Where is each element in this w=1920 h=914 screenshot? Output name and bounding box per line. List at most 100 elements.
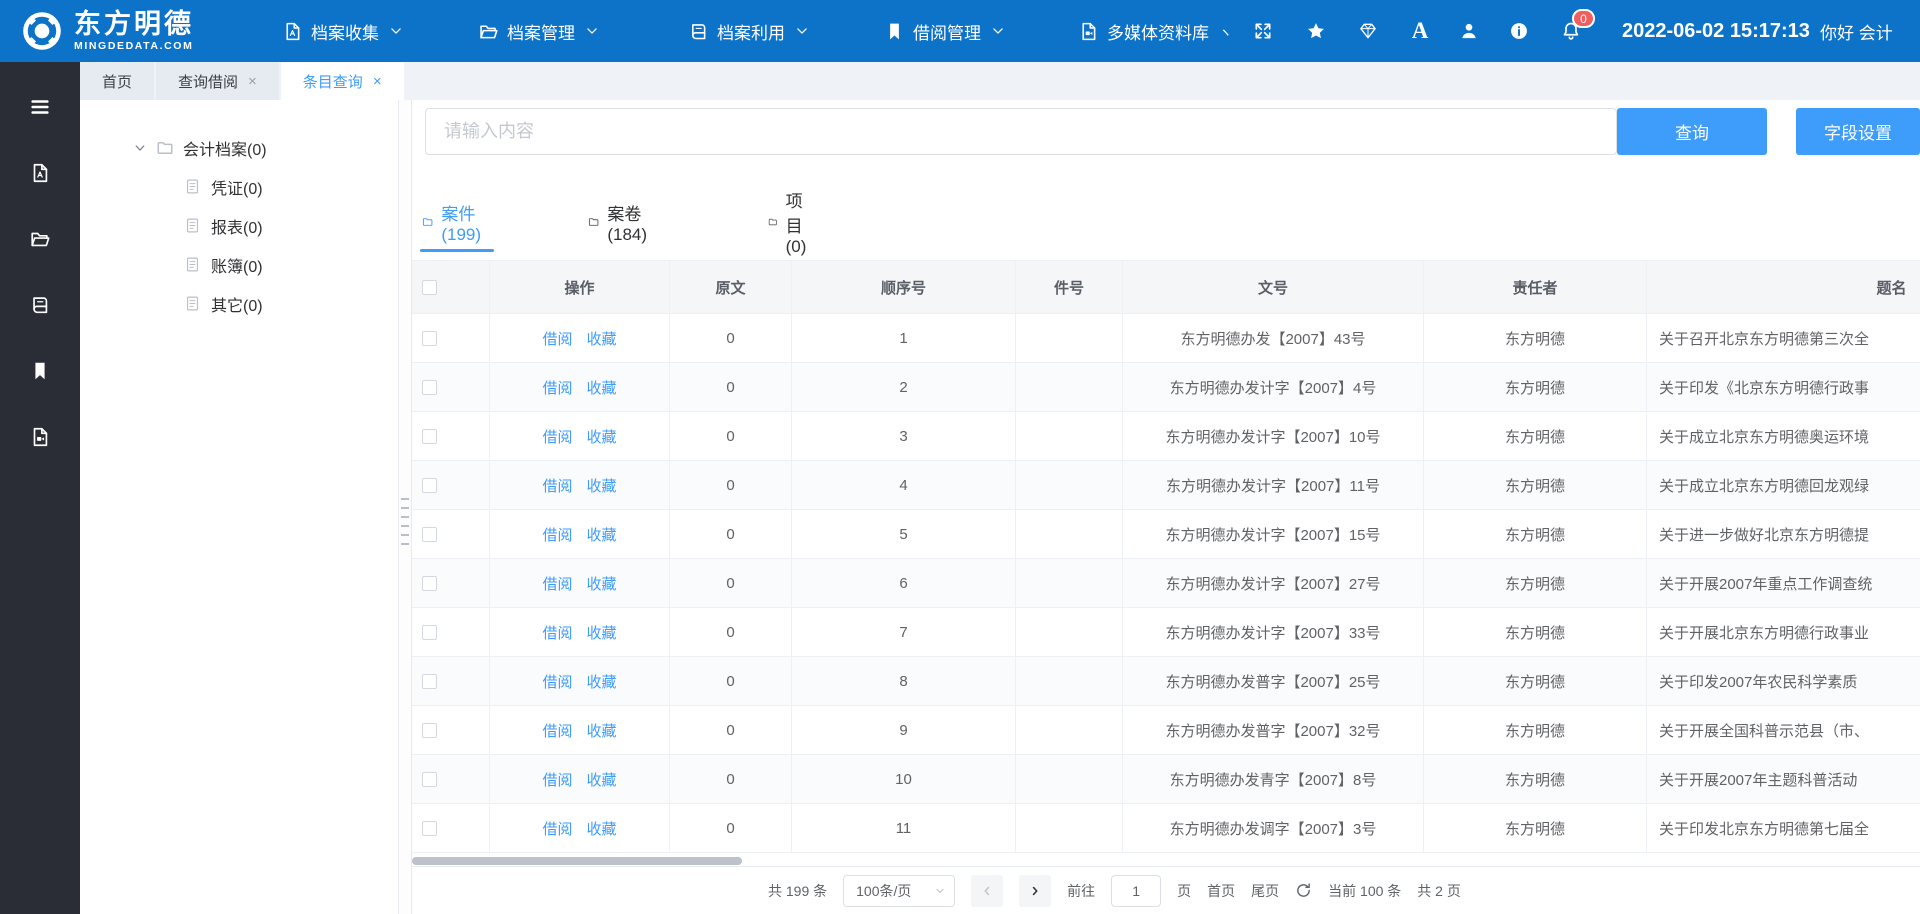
- table-row: 借阅收藏04东方明德办发计字【2007】11号东方明德关于成立北京东方明德回龙观…: [412, 461, 1920, 510]
- row-checkbox[interactable]: [422, 576, 437, 591]
- table-header-row: 操作原文顺序号件号文号责任者题名: [412, 260, 1920, 314]
- row-checkbox[interactable]: [422, 625, 437, 640]
- cell-responsible: 东方明德: [1424, 363, 1647, 411]
- gem-icon[interactable]: [1358, 21, 1378, 41]
- column-header: 原文: [670, 261, 792, 313]
- cell-seq: 1: [792, 314, 1016, 362]
- table-row: 借阅收藏07东方明德办发计字【2007】33号东方明德关于开展北京东方明德行政事…: [412, 608, 1920, 657]
- row-checkbox[interactable]: [422, 821, 437, 836]
- borrow-link[interactable]: 借阅: [542, 622, 572, 643]
- chevron-down-icon: [991, 24, 1005, 38]
- tree-node-leaf[interactable]: 报表(0): [80, 206, 398, 245]
- expand-icon[interactable]: [1253, 21, 1273, 41]
- app: { "colors": { "accent": "#3e9cfb", "topb…: [0, 0, 1920, 914]
- video-file-icon[interactable]: [29, 426, 51, 448]
- borrow-link[interactable]: 借阅: [542, 671, 572, 692]
- column-header: 文号: [1123, 261, 1424, 313]
- nav-item-manage[interactable]: 档案管理: [478, 0, 599, 62]
- favorite-link[interactable]: 收藏: [587, 328, 617, 349]
- letter-a-icon[interactable]: A: [1410, 21, 1430, 41]
- star-icon[interactable]: [1306, 21, 1326, 41]
- select-all-checkbox[interactable]: [422, 280, 437, 295]
- favorite-link[interactable]: 收藏: [587, 524, 617, 545]
- favorite-link[interactable]: 收藏: [587, 475, 617, 496]
- borrow-link[interactable]: 借阅: [542, 328, 572, 349]
- page-tab[interactable]: 条目查询×: [281, 62, 404, 100]
- cell-actions: 借阅收藏: [490, 314, 670, 362]
- borrow-link[interactable]: 借阅: [542, 573, 572, 594]
- borrow-link[interactable]: 借阅: [542, 769, 572, 790]
- favorite-link[interactable]: 收藏: [587, 426, 617, 447]
- refresh-icon[interactable]: [1295, 882, 1312, 899]
- favorite-link[interactable]: 收藏: [587, 671, 617, 692]
- nav-item-collect[interactable]: 档案收集: [282, 0, 403, 62]
- folder-icon: [156, 139, 174, 157]
- last-page-button[interactable]: 尾页: [1251, 881, 1279, 901]
- tree-node-leaf[interactable]: 其它(0): [80, 284, 398, 323]
- first-page-button[interactable]: 首页: [1207, 881, 1235, 901]
- nav-item-use[interactable]: 档案利用: [688, 0, 809, 62]
- row-checkbox[interactable]: [422, 380, 437, 395]
- borrow-link[interactable]: 借阅: [542, 475, 572, 496]
- panel-splitter[interactable]: [398, 100, 412, 914]
- row-checkbox[interactable]: [422, 772, 437, 787]
- result-tab[interactable]: 案件(199): [422, 195, 488, 249]
- favorite-link[interactable]: 收藏: [587, 622, 617, 643]
- row-checkbox[interactable]: [422, 478, 437, 493]
- hamburger-icon[interactable]: [29, 96, 51, 118]
- field-settings-button[interactable]: 字段设置: [1796, 108, 1920, 155]
- prev-page-button[interactable]: [971, 875, 1003, 907]
- table-body: 借阅收藏01东方明德办发【2007】43号东方明德关于召开北京东方明德第三次全借…: [412, 314, 1920, 853]
- page-tab[interactable]: 首页: [80, 62, 154, 100]
- page-tab[interactable]: 查询借阅×: [156, 62, 279, 100]
- horizontal-scrollbar[interactable]: [412, 857, 742, 865]
- favorite-link[interactable]: 收藏: [587, 818, 617, 839]
- nav-item-borrow[interactable]: 借阅管理: [884, 0, 1005, 62]
- favorite-link[interactable]: 收藏: [587, 769, 617, 790]
- search-input[interactable]: [425, 108, 1617, 155]
- borrow-link[interactable]: 借阅: [542, 720, 572, 741]
- bell-icon[interactable]: 0: [1561, 21, 1581, 41]
- borrow-link[interactable]: 借阅: [542, 818, 572, 839]
- doc-icon: [184, 295, 201, 312]
- borrow-link[interactable]: 借阅: [542, 377, 572, 398]
- nav-item-media[interactable]: 多媒体资料库ヽ: [1078, 0, 1232, 62]
- table-row: 借阅收藏02东方明德办发计字【2007】4号东方明德关于印发《北京东方明德行政事: [412, 363, 1920, 412]
- clock-text: 2022-06-02 15:17:13: [1622, 0, 1810, 62]
- book-icon[interactable]: [29, 294, 51, 316]
- page-size-select[interactable]: 100条/页: [843, 875, 955, 907]
- favorite-link[interactable]: 收藏: [587, 377, 617, 398]
- bookmark-icon[interactable]: [29, 360, 51, 382]
- tree-node-leaf[interactable]: 凭证(0): [80, 167, 398, 206]
- row-checkbox-cell: [412, 608, 490, 656]
- favorite-link[interactable]: 收藏: [587, 720, 617, 741]
- close-icon[interactable]: ×: [373, 74, 382, 89]
- cell-original: 0: [670, 755, 792, 803]
- cell-title: 关于印发《北京东方明德行政事: [1647, 363, 1920, 411]
- table-row: 借阅收藏06东方明德办发计字【2007】27号东方明德关于开展2007年重点工作…: [412, 559, 1920, 608]
- row-checkbox[interactable]: [422, 429, 437, 444]
- row-checkbox[interactable]: [422, 723, 437, 738]
- close-icon[interactable]: ×: [248, 74, 257, 89]
- search-button[interactable]: 查询: [1617, 108, 1767, 155]
- row-checkbox[interactable]: [422, 674, 437, 689]
- bookmark-icon: [884, 21, 905, 42]
- page-number-input[interactable]: [1111, 875, 1161, 907]
- user-icon[interactable]: [1459, 21, 1479, 41]
- tree-node-leaf[interactable]: 账簿(0): [80, 245, 398, 284]
- row-checkbox[interactable]: [422, 527, 437, 542]
- tree-node-root[interactable]: 会计档案(0): [80, 128, 398, 167]
- file-pdf-icon[interactable]: [29, 162, 51, 184]
- tree-node-label: 账簿(0): [211, 253, 263, 277]
- borrow-link[interactable]: 借阅: [542, 524, 572, 545]
- result-tab[interactable]: 案卷(184): [588, 195, 654, 249]
- result-tab[interactable]: 项目(0): [768, 195, 815, 249]
- info-icon[interactable]: [1509, 21, 1529, 41]
- next-page-button[interactable]: [1019, 875, 1051, 907]
- favorite-link[interactable]: 收藏: [587, 573, 617, 594]
- borrow-link[interactable]: 借阅: [542, 426, 572, 447]
- cell-actions: 借阅收藏: [490, 755, 670, 803]
- row-checkbox[interactable]: [422, 331, 437, 346]
- folder-open-icon[interactable]: [29, 228, 51, 250]
- brand-name: 东方明德: [74, 10, 194, 38]
